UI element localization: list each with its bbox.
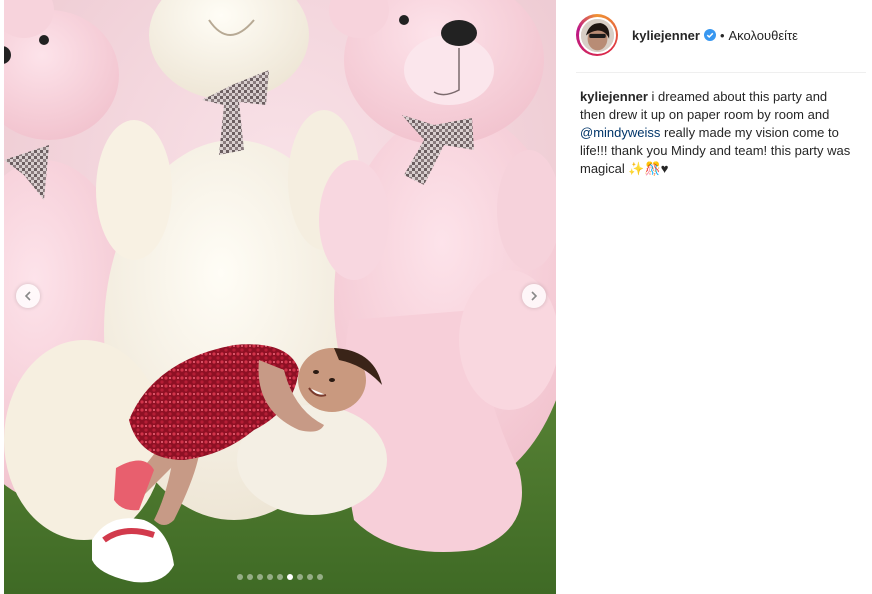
carousel-dot (317, 574, 323, 580)
header-divider (576, 72, 866, 73)
caption-username[interactable]: kyliejenner (580, 89, 648, 104)
carousel-dot (237, 574, 243, 580)
post-media[interactable] (4, 0, 556, 594)
post-header: kyliejenner • Ακολουθείτε (576, 10, 864, 60)
chevron-right-icon (531, 291, 538, 301)
carousel-dot (247, 574, 253, 580)
carousel-indicator (4, 574, 556, 580)
carousel-dot (287, 574, 293, 580)
caption-mention-link[interactable]: @mindyweiss (580, 125, 660, 140)
carousel-next-button[interactable] (522, 284, 546, 308)
carousel-dot (257, 574, 263, 580)
carousel-prev-button[interactable] (16, 284, 40, 308)
carousel-dot (297, 574, 303, 580)
post-photo (4, 0, 556, 594)
chevron-left-icon (24, 291, 31, 301)
avatar[interactable] (578, 16, 616, 54)
verified-badge-icon (703, 29, 716, 41)
carousel-dot (307, 574, 313, 580)
header-username[interactable]: kyliejenner (632, 28, 700, 43)
avatar-photo (580, 18, 614, 52)
carousel-dot (267, 574, 273, 580)
following-button[interactable]: Ακολουθείτε (729, 28, 798, 43)
header-separator: • (719, 27, 725, 43)
carousel-dot (277, 574, 283, 580)
post-side-panel: kyliejenner • Ακολουθείτε kyliejenner i … (556, 0, 872, 594)
post-caption: kyliejenner i dreamed about this party a… (580, 88, 852, 178)
instagram-post-modal: kyliejenner • Ακολουθείτε kyliejenner i … (0, 0, 872, 594)
avatar-story-ring[interactable] (576, 14, 618, 56)
